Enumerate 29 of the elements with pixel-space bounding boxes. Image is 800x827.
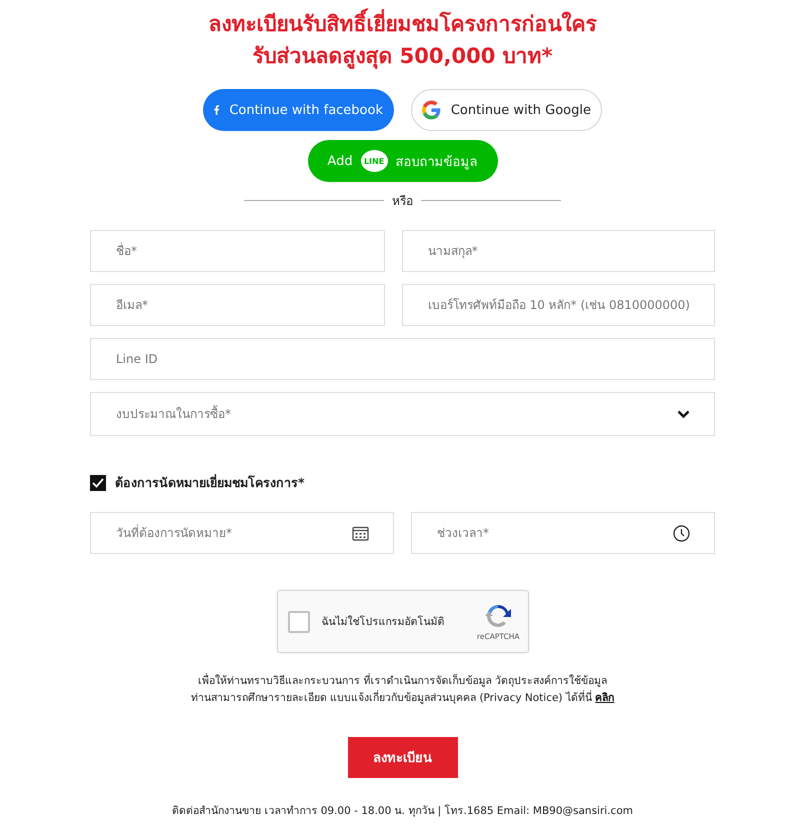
checkbox[interactable] <box>90 475 106 491</box>
privacy-text: ท่านสามารถศึกษารายละเอียด แบบแจ้งเกี่ยวกับข้อมูลส่วนบุคคล (Privacy Notice) ได้ที่นี่ คลิก <box>190 690 614 706</box>
chevron-down-icon <box>677 410 690 418</box>
privacy-text: เพื่อให้ท่านทราบวิธีและกระบวนการ ที่เราดำเนินการจัดเก็บข้อมูล วัตถุประสงค์การใช้ข้อมูล <box>198 673 607 689</box>
heading: ลงทะเบียนรับสิทธิ์เยี่ยมชมโครงการก่อนใคร <box>208 8 596 40</box>
input-field[interactable]: Line ID <box>90 338 715 380</box>
input-field[interactable]: เบอร์โทรศัพท์มือถือ 10 หลัก* (เช่น 0810000000) <box>402 284 715 326</box>
register-button[interactable]: ลงทะเบียน <box>348 737 458 778</box>
recaptcha-icon <box>484 602 512 630</box>
budget-dropdown[interactable]: งบประมาณในการซื้อ* <box>90 392 715 436</box>
clock-icon <box>673 524 690 542</box>
checkbox-label: ต้องการนัดหมายเยี่ยมชมโครงการ* <box>115 473 305 492</box>
captcha-checkbox[interactable] <box>288 610 310 632</box>
privacy-link[interactable]: คลิก <box>595 692 614 704</box>
date-field[interactable]: วันที่ต้องการนัดหมาย* <box>90 512 394 554</box>
contact-text: ติดต่อสำนักงานขาย เวลาทำการ 09.00 - 18.00 น. ทุกวัน | โทร.1685 Email: MB90@sansiri.com <box>172 804 633 819</box>
calendar-icon <box>352 526 369 540</box>
captcha-label: ฉันไม่ใช่โปรแกรมอัตโนมัติ <box>322 614 446 630</box>
input-field[interactable]: ชื่อ* <box>90 230 385 272</box>
google-button[interactable]: Continue with Google <box>411 89 602 131</box>
facebook-button[interactable]: Continue with facebook <box>203 89 394 131</box>
input-field[interactable]: อีเมล* <box>90 284 385 326</box>
line-logo: LINE <box>360 150 388 172</box>
line-button[interactable]: Add LINE สอบถามข้อมูล <box>308 140 498 182</box>
time-field[interactable]: ช่วงเวลา* <box>411 512 715 554</box>
divider-label: หรือ <box>392 193 413 210</box>
input-field[interactable]: นามสกุล* <box>402 230 715 272</box>
heading: รับส่วนลดสูงสุด 500,000 บาท* <box>252 43 553 71</box>
google-icon <box>422 98 441 122</box>
